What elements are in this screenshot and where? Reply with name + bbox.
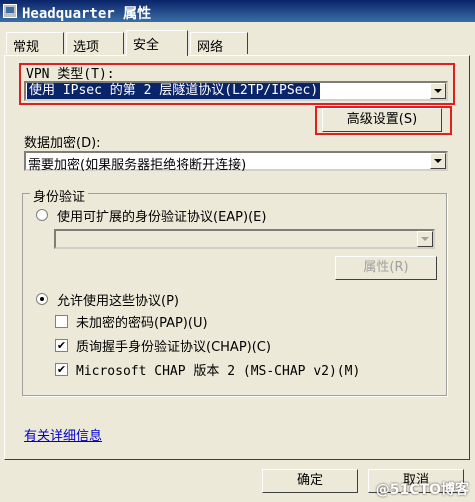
protocols-radio[interactable] [36, 293, 48, 305]
tab-networking[interactable]: 网络 [190, 32, 248, 55]
encryption-select[interactable]: 需要加密(如果服务器拒绝将断开连接) [24, 151, 448, 173]
chap-checkbox[interactable]: ✔ [55, 339, 68, 352]
pap-checkbox-label: 未加密的密码(PAP)(U) [76, 316, 208, 331]
tab-general[interactable]: 常规 [6, 32, 64, 55]
tab-options[interactable]: 选项 [66, 32, 124, 55]
advanced-settings-button[interactable]: 高级设置(S) [322, 108, 442, 132]
chevron-down-icon[interactable] [430, 153, 446, 169]
protocols-radio-label: 允许使用这些协议(P) [57, 294, 179, 309]
chevron-down-icon [417, 231, 433, 247]
encryption-label: 数据加密(D): [24, 136, 101, 151]
vpn-type-label: VPN 类型(T): [26, 67, 115, 82]
eap-radio[interactable] [36, 209, 48, 221]
eap-radio-label: 使用可扩展的身份验证协议(EAP)(E) [57, 210, 267, 225]
chap-checkbox-label: 质询握手身份验证协议(CHAP)(C) [76, 340, 271, 355]
authentication-group-label: 身份验证 [30, 186, 89, 205]
watermark: @51CTO博客 [375, 482, 469, 498]
tab-security[interactable]: 安全 [126, 30, 188, 56]
window-title: Headquarter 属性 [22, 6, 152, 22]
more-info-link[interactable]: 有关详细信息 [24, 425, 102, 444]
ok-button[interactable]: 确定 [262, 469, 358, 493]
properties-button: 属性(R) [335, 256, 437, 280]
mschapv2-checkbox-label: Microsoft CHAP 版本 2 (MS-CHAP v2)(M) [76, 364, 361, 379]
tab-row: 常规 选项 安全 网络 [4, 30, 471, 56]
vpn-type-select[interactable]: 使用 IPsec 的第 2 层隧道协议(L2TP/IPSec) [24, 81, 448, 101]
pap-checkbox[interactable] [55, 315, 68, 328]
eap-select [54, 229, 435, 249]
chevron-down-icon[interactable] [430, 83, 446, 99]
title-bar: Headquarter 属性 [0, 0, 475, 22]
mschapv2-checkbox[interactable]: ✔ [55, 363, 68, 376]
network-connection-icon [3, 4, 17, 18]
